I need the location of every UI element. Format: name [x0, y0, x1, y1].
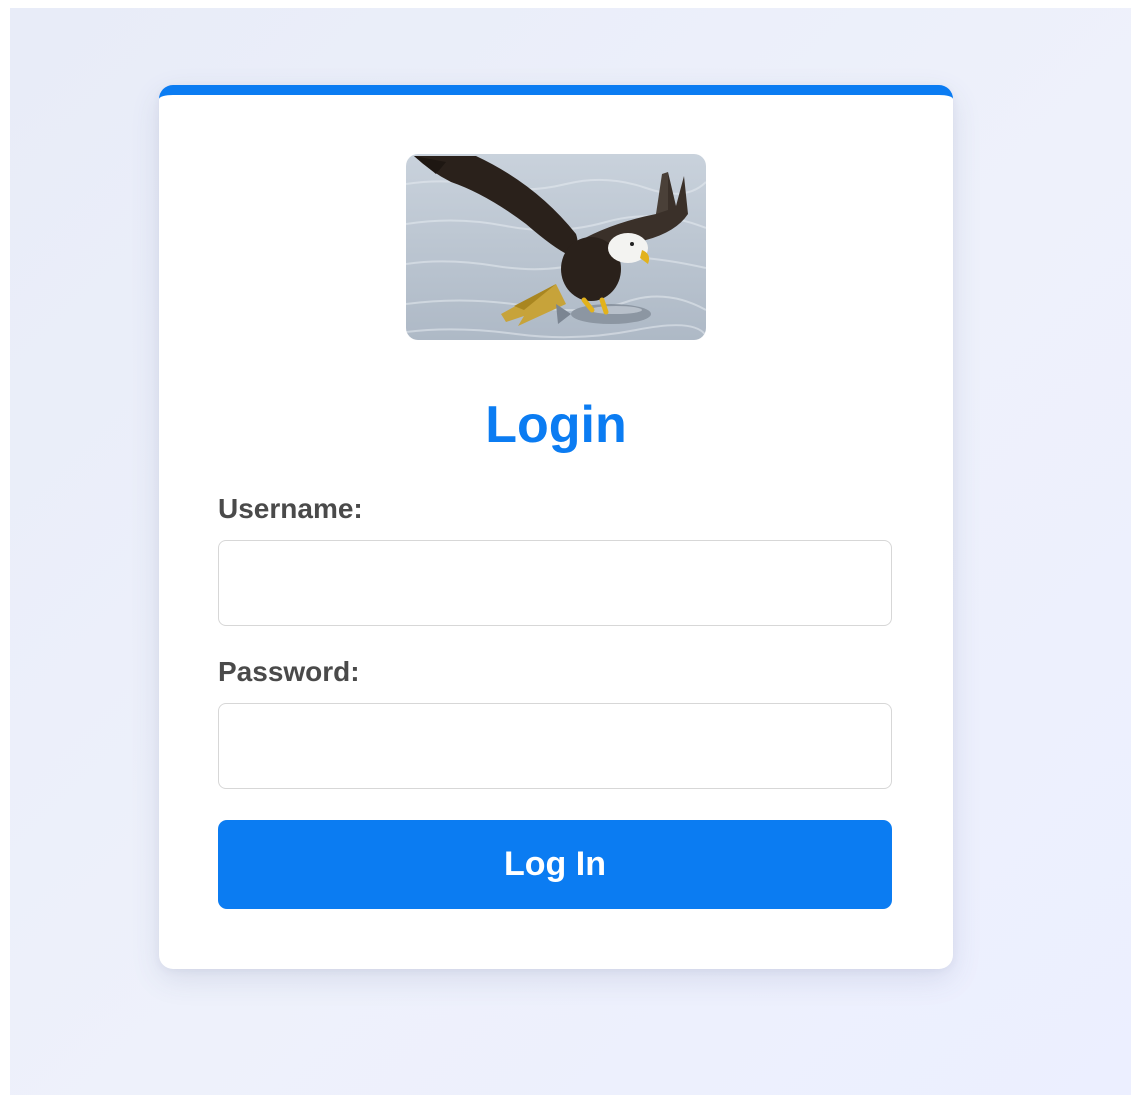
login-button[interactable]: Log In — [218, 820, 892, 909]
page-background: Login Username: Password: Log In — [10, 8, 1131, 1095]
username-input[interactable] — [218, 540, 892, 626]
eagle-illustration — [406, 154, 706, 340]
eagle-image — [406, 154, 706, 340]
password-label: Password: — [218, 656, 360, 687]
login-card: Login Username: Password: Log In — [159, 85, 953, 969]
page-title: Login — [485, 396, 627, 454]
username-label: Username: — [218, 493, 363, 524]
password-input[interactable] — [218, 703, 892, 789]
